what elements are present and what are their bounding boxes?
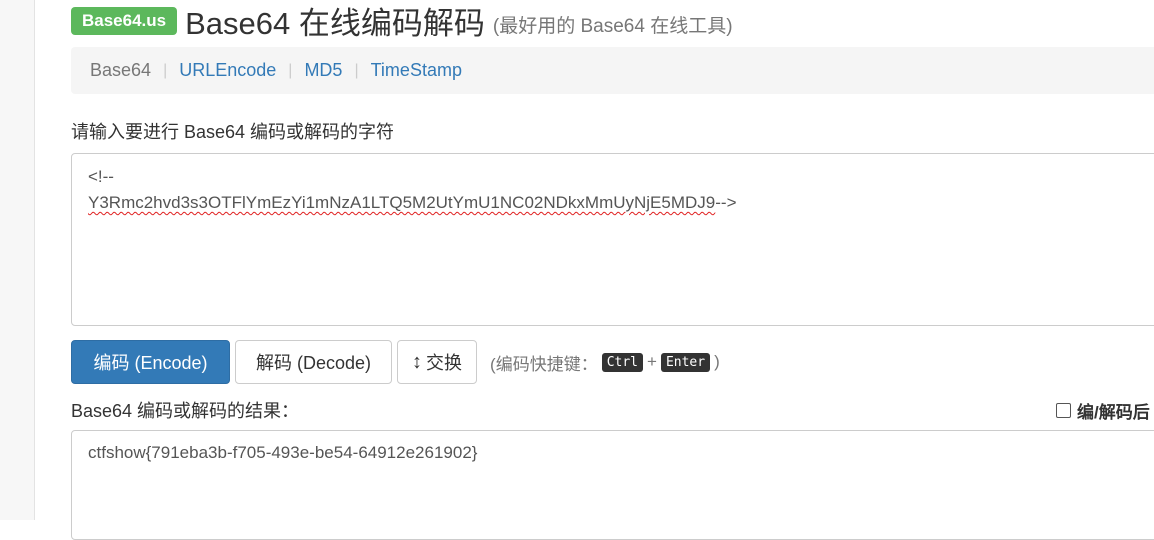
input-line-2: Y3Rmc2hvd3s3OTFlYmEzYi1mNzA1LTQ5M2UtYmU1… [88, 190, 1154, 216]
input-label: 请输入要进行 Base64 编码或解码的字符 [71, 122, 395, 142]
nav-item-timestamp[interactable]: TimeStamp [371, 60, 462, 81]
hint-prefix: (编码快捷键： [490, 354, 598, 374]
decode-button[interactable]: 解码 (Decode) [235, 340, 393, 384]
nav-separator: | [163, 61, 168, 79]
swap-arrows-icon: ↕ [412, 350, 423, 373]
nav-item-md5[interactable]: MD5 [304, 60, 342, 81]
hint-plus: + [647, 352, 657, 371]
swap-button[interactable]: ↕ 交换 [397, 340, 478, 384]
auto-label: 编/解码后 [1077, 403, 1150, 422]
nav-item-urlencode[interactable]: URLEncode [179, 60, 276, 81]
shortcut-hint: (编码快捷键： Ctrl + Enter ) [490, 350, 720, 375]
encoded-string: Y3Rmc2hvd3s3OTFlYmEzYi1mNzA1LTQ5M2UtYmU1… [88, 193, 716, 212]
auto-checkbox[interactable] [1056, 403, 1071, 418]
nav-separator: | [354, 61, 359, 79]
enter-key: Enter [660, 352, 711, 372]
nav-item-base64[interactable]: Base64 [90, 60, 151, 81]
encode-button[interactable]: 编码 (Encode) [71, 340, 230, 384]
page-title: Base64 在线编码解码 [185, 5, 485, 41]
hint-suffix: ) [714, 352, 720, 371]
action-buttons: 编码 (Encode) 解码 (Decode) ↕ 交换 (编码快捷键： Ctr… [71, 340, 720, 384]
output-value: ctfshow{791eba3b-f705-493e-be54-64912e26… [88, 443, 478, 462]
page-header: Base64.us Base64 在线编码解码 (最好用的 Base64 在线工… [71, 0, 733, 41]
input-line-1: <!-- [88, 167, 114, 186]
site-logo[interactable]: Base64.us [71, 7, 178, 35]
input-textarea[interactable]: <!-- Y3Rmc2hvd3s3OTFlYmEzYi1mNzA1LTQ5M2U… [71, 153, 1154, 326]
auto-option[interactable]: 编/解码后 [1056, 398, 1150, 423]
comment-close: --> [715, 193, 737, 212]
output-textarea[interactable]: ctfshow{791eba3b-f705-493e-be54-64912e26… [71, 430, 1154, 540]
result-label: Base64 编码或解码的结果： [71, 401, 300, 421]
nav-separator: | [288, 61, 293, 79]
left-gutter [0, 0, 35, 520]
swap-label: 交换 [426, 353, 463, 373]
tool-nav: Base64 | URLEncode | MD5 | TimeStamp [71, 47, 1154, 94]
page-subtitle: (最好用的 Base64 在线工具) [492, 15, 733, 37]
ctrl-key: Ctrl [601, 352, 644, 372]
